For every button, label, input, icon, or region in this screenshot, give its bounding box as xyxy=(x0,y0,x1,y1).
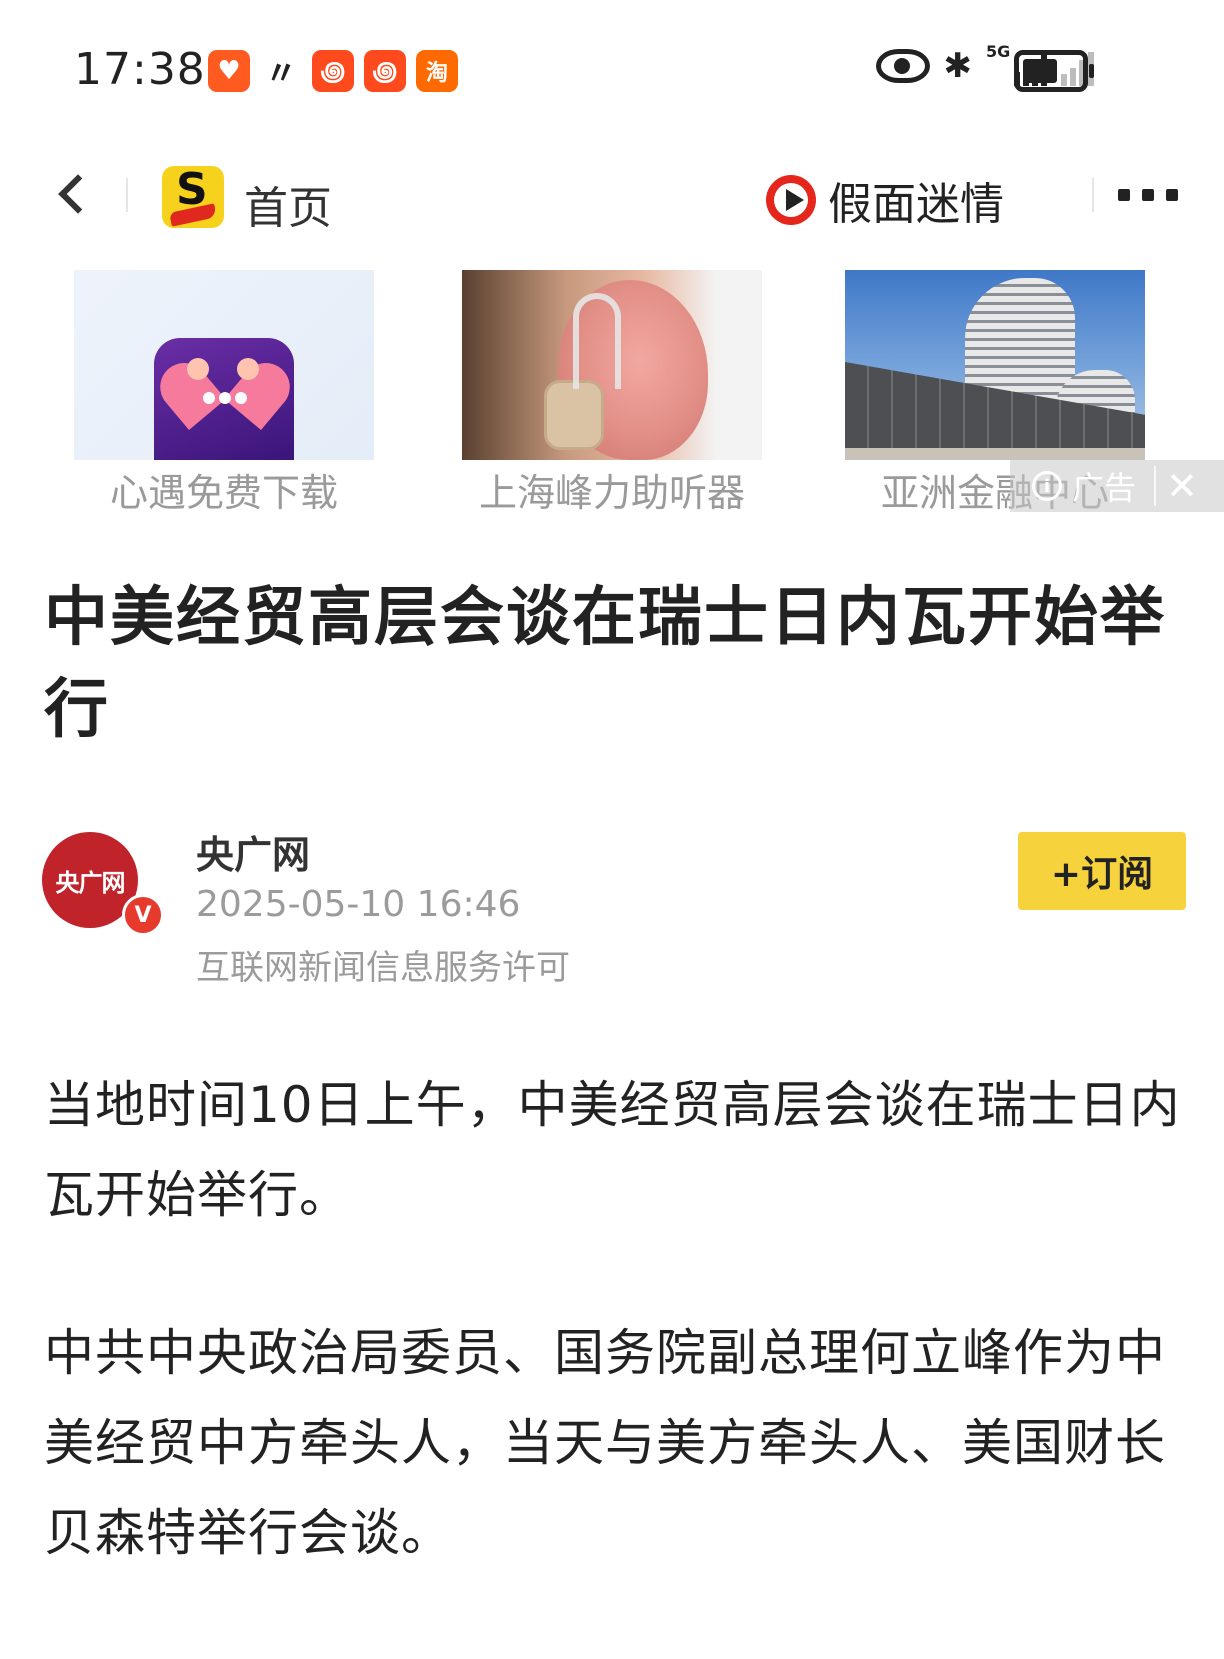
verified-badge-icon: V xyxy=(122,894,164,936)
home-link[interactable]: 首页 xyxy=(244,172,332,236)
taobao-heart-icon: ♥ xyxy=(208,50,250,92)
ad-image xyxy=(462,270,762,460)
publish-time: 2025-05-10 16:46 xyxy=(196,884,521,925)
ad-banner: 心遇免费下载 上海峰力助听器 亚洲金融中心 i 广告 ✕ xyxy=(0,270,1224,520)
status-bar: 17:38 ♥ 〃 ꩜ ꩜ 淘 ✱ 5G xyxy=(0,0,1224,140)
subscribe-button[interactable]: +订阅 xyxy=(1018,832,1186,910)
author-row: 央广网 V 央广网 2025-05-10 16:46 互联网新闻信息服务许可 +… xyxy=(40,830,1190,1000)
notification-icons: ♥ 〃 ꩜ ꩜ 淘 xyxy=(208,50,458,92)
more-menu-button[interactable] xyxy=(1118,172,1178,218)
vee-app-icon: 〃 xyxy=(264,54,297,92)
network-type-label: 5G xyxy=(986,42,1011,61)
bluetooth-icon: ✱ xyxy=(943,46,973,86)
article-paragraph: 当地时间10日上午，中美经贸高层会谈在瑞士日内瓦开始举行。 xyxy=(44,1076,1181,1224)
app-logo-icon[interactable]: S xyxy=(162,166,224,228)
ad-item[interactable]: 亚洲金融中心 xyxy=(845,270,1145,515)
channel-link[interactable]: 假面迷情 xyxy=(766,168,1004,232)
clock: 17:38 xyxy=(74,44,206,95)
divider xyxy=(1092,178,1094,212)
ad-label: 上海峰力助听器 xyxy=(478,471,745,515)
battery-icon xyxy=(1014,50,1094,92)
channel-name: 假面迷情 xyxy=(828,179,1004,230)
article-paragraph: 中共中央政治局委员、国务院副总理何立峰作为中美经贸中方牵头人，当天与美方牵头人、… xyxy=(44,1324,1166,1562)
top-nav: S 首页 假面迷情 xyxy=(0,150,1224,240)
info-icon[interactable]: i xyxy=(1032,471,1062,501)
xinyu-app-icon xyxy=(150,338,300,460)
ad-image xyxy=(845,270,1145,460)
hearing-aid-image xyxy=(544,293,621,450)
kuaishou-icon: ꩜ xyxy=(364,50,406,92)
ad-item[interactable]: 上海峰力助听器 xyxy=(462,270,762,515)
ad-tag-label: 广告 xyxy=(1072,469,1137,507)
license-text: 互联网新闻信息服务许可 xyxy=(196,948,570,988)
eye-comfort-icon xyxy=(875,49,930,83)
close-icon[interactable]: ✕ xyxy=(1166,464,1198,508)
ad-label: 心遇免费下载 xyxy=(109,471,338,515)
ad-image xyxy=(74,270,374,460)
taobao-icon: 淘 xyxy=(416,50,458,92)
kuaishou-icon: ꩜ xyxy=(312,50,354,92)
ad-tag: i 广告 ✕ xyxy=(1010,460,1224,512)
divider xyxy=(126,178,128,212)
back-button[interactable] xyxy=(50,170,96,220)
play-icon xyxy=(766,175,816,225)
article-title: 中美经贸高层会谈在瑞士日内瓦开始举行 xyxy=(44,581,1166,747)
ad-item[interactable]: 心遇免费下载 xyxy=(74,270,374,515)
source-name[interactable]: 央广网 xyxy=(196,824,310,879)
